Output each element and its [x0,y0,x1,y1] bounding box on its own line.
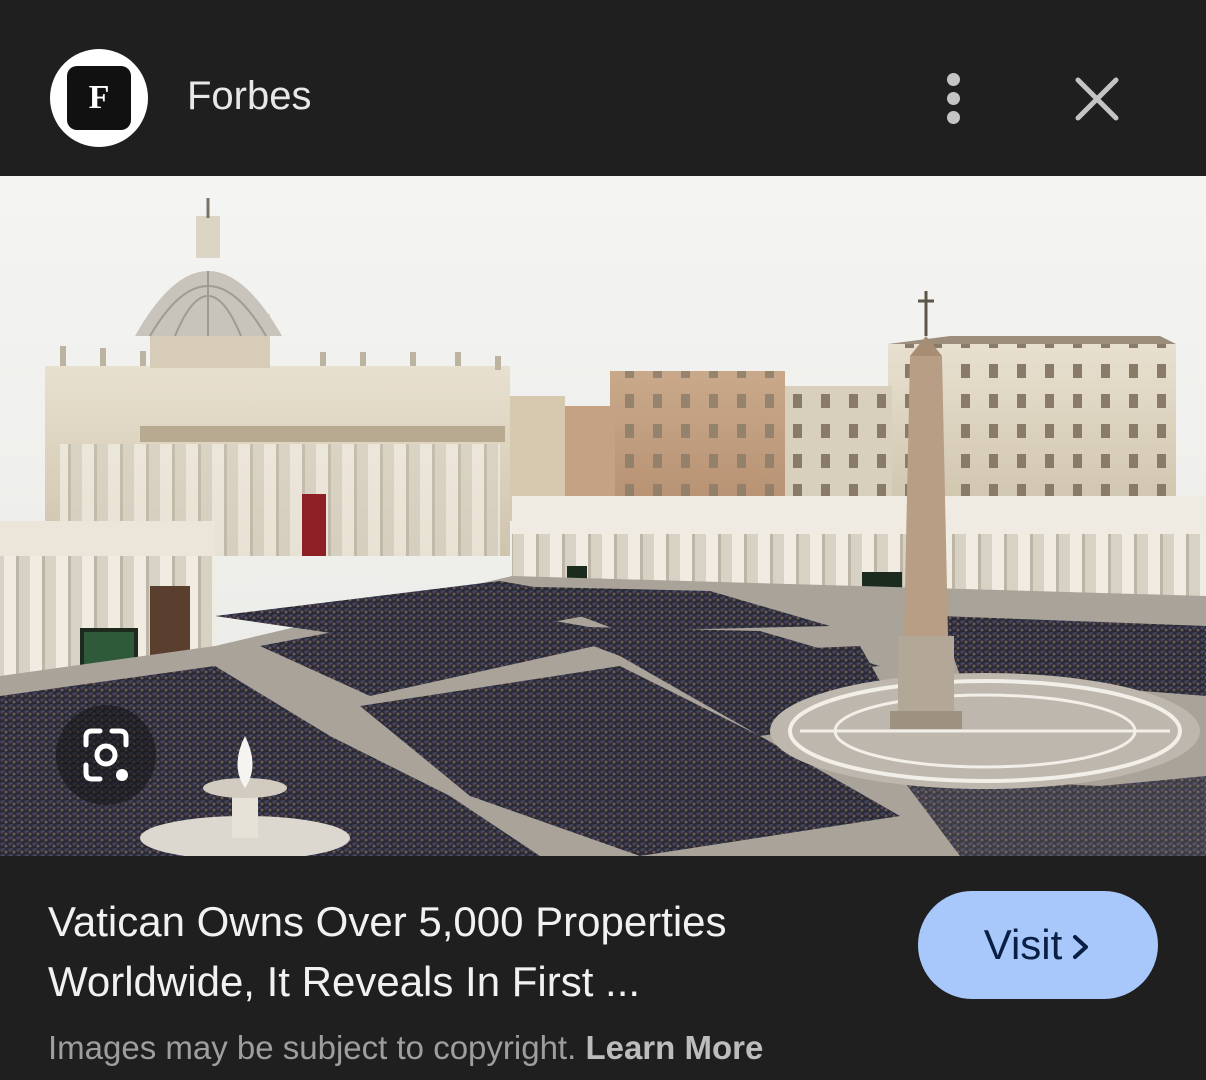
source-favicon[interactable]: F [50,49,148,147]
article-title[interactable]: Vatican Owns Over 5,000 Properties World… [48,892,888,1012]
more-options-button[interactable] [929,70,979,126]
learn-more-link[interactable]: Learn More [585,1029,763,1066]
source-name[interactable]: Forbes [187,70,312,122]
close-icon [1075,77,1119,121]
copyright-text: Images may be subject to copyright. [48,1029,577,1066]
forbes-logo-icon: F [67,66,131,130]
viewer-header: F Forbes [0,0,1206,176]
result-caption: Vatican Owns Over 5,000 Properties World… [0,856,1206,1080]
copyright-notice: Images may be subject to copyright. Lear… [48,1028,763,1068]
google-lens-icon [83,728,129,782]
close-button[interactable] [1070,72,1124,126]
vatican-square-photo [0,176,1206,856]
lens-button[interactable] [56,705,156,805]
visit-button[interactable]: Visit [918,891,1158,999]
visit-button-label: Visit [983,921,1063,968]
more-vert-icon-dot [947,92,960,105]
result-image[interactable] [0,176,1206,856]
chevron-right-icon [1070,894,1092,1002]
more-vert-icon-dot [947,111,960,124]
more-vert-icon [947,73,960,86]
